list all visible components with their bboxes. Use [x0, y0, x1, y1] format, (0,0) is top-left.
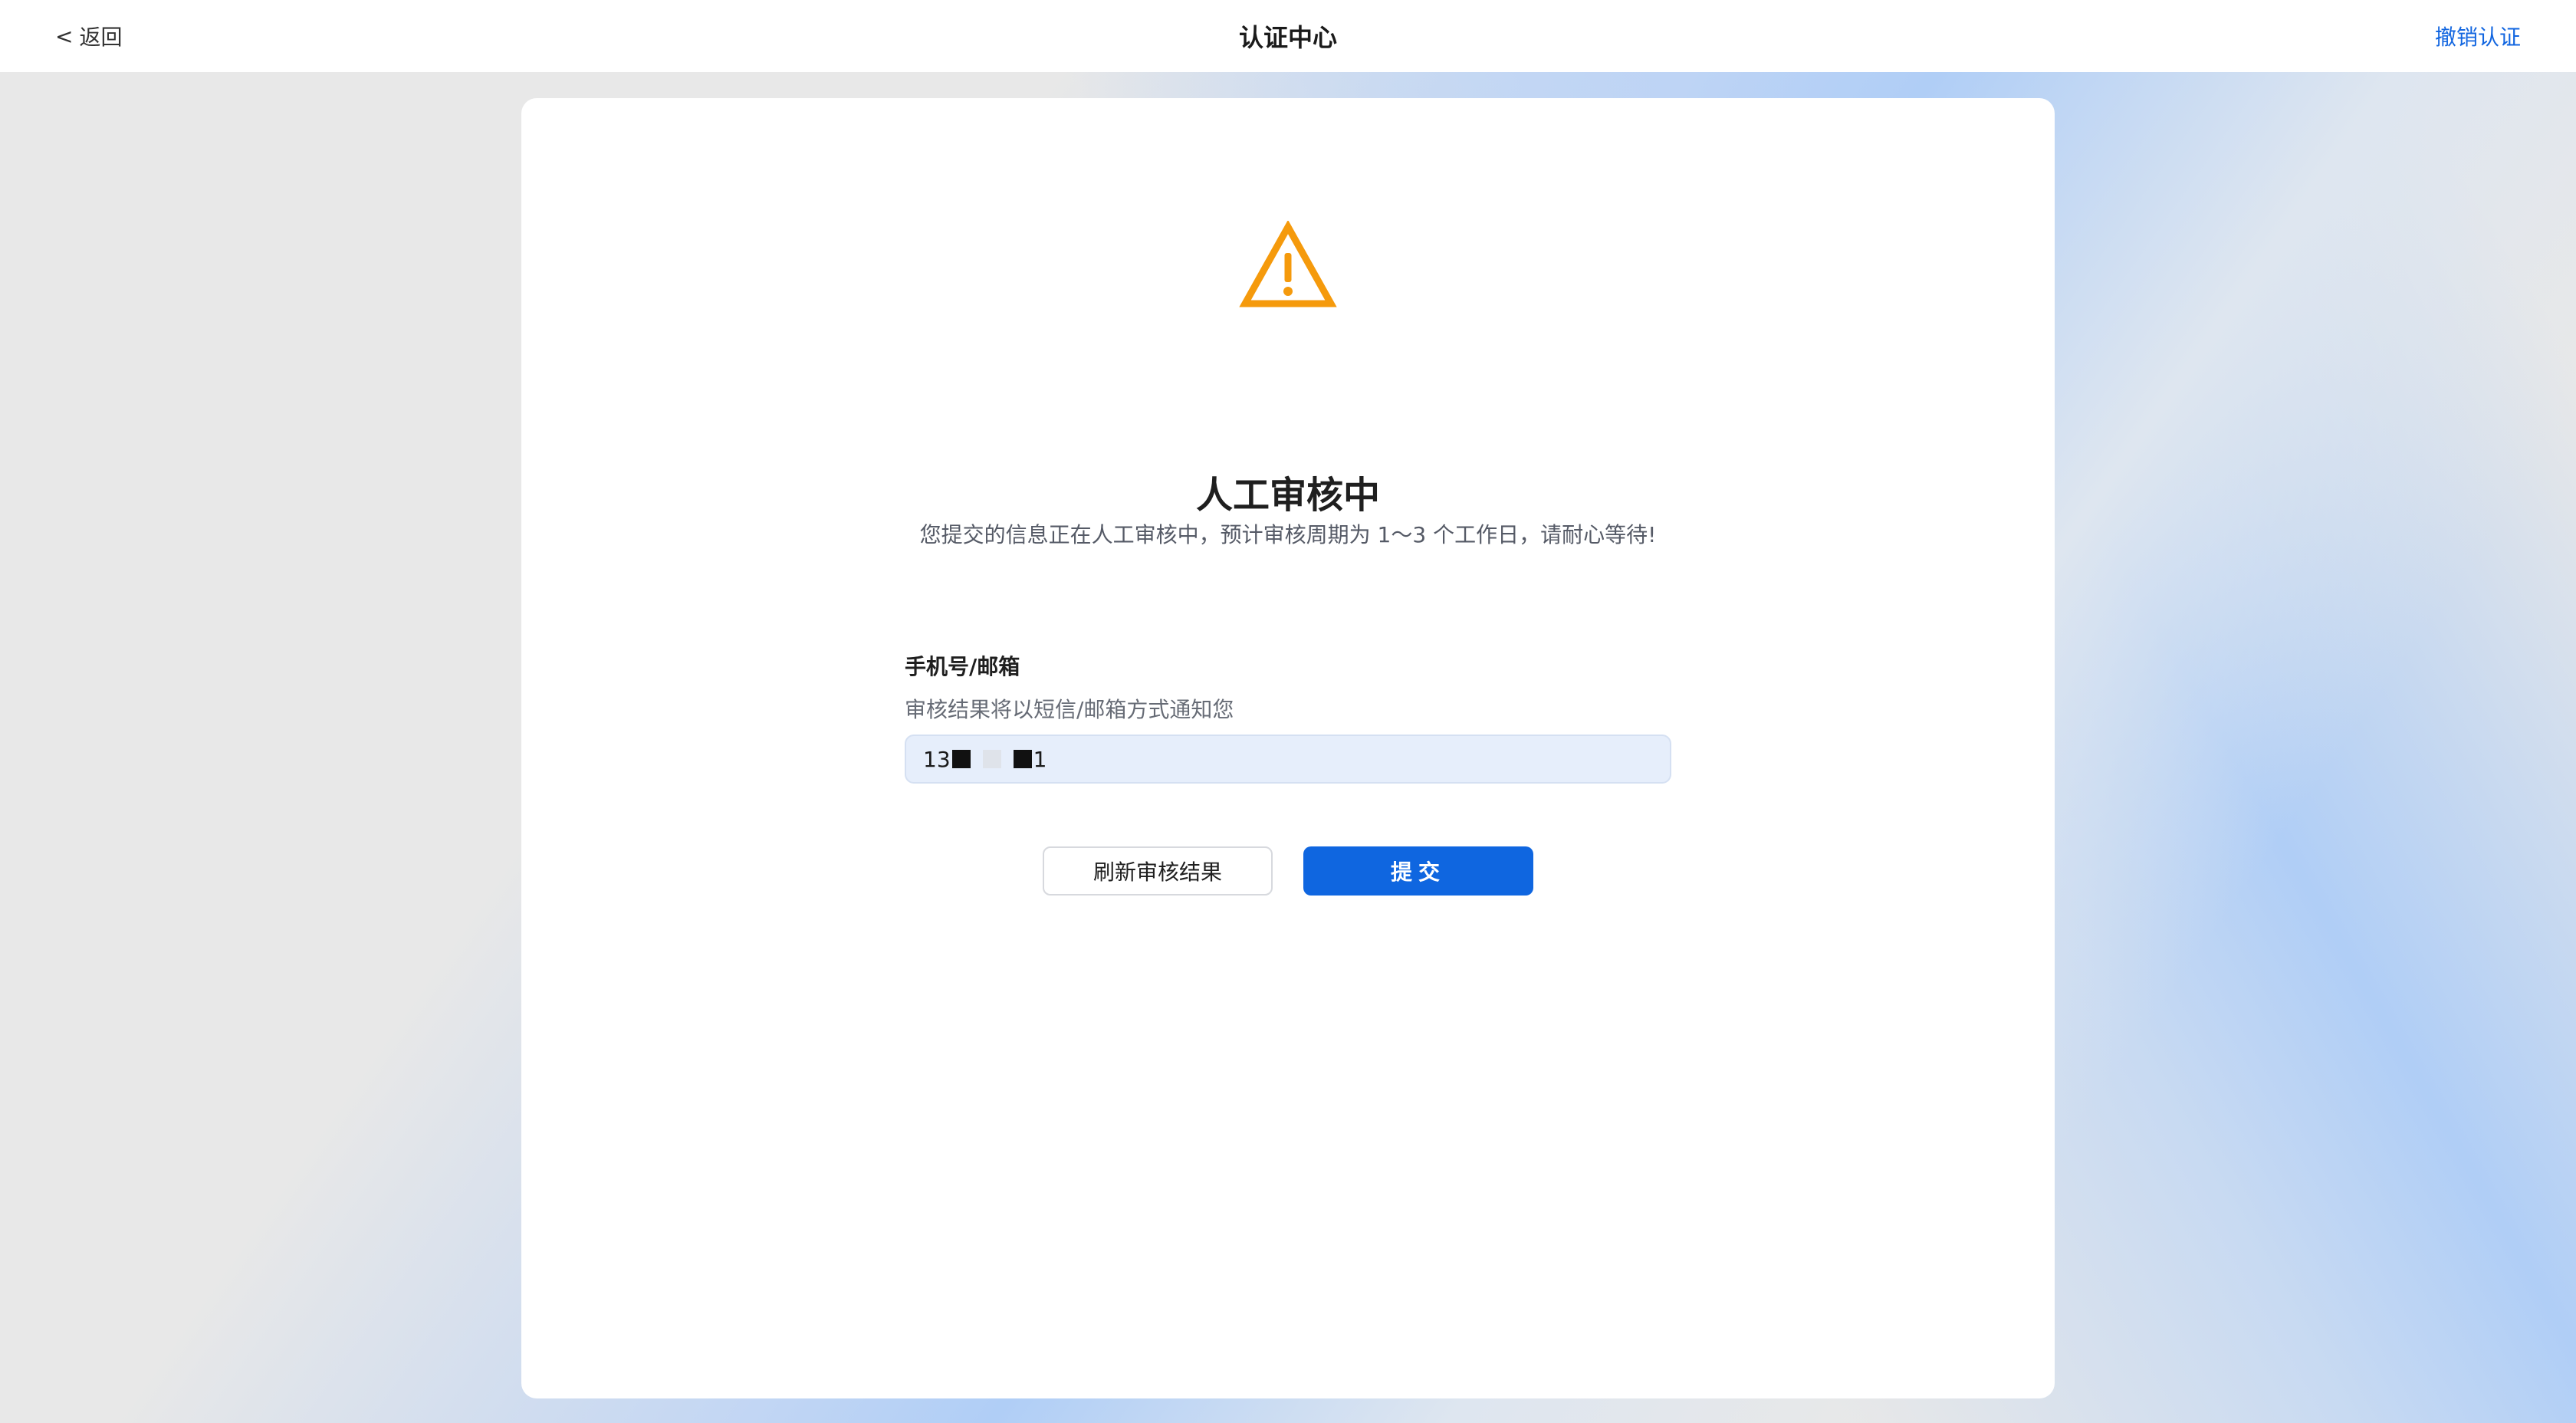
- page-title: 认证中心: [1238, 23, 1338, 52]
- contact-input[interactable]: 13 1: [905, 735, 1671, 784]
- refresh-result-button[interactable]: 刷新审核结果: [1043, 846, 1273, 896]
- redaction-block: [951, 750, 971, 768]
- review-status-card: 人工审核中 您提交的信息正在人工审核中，预计审核周期为 1～3 个工作日，请耐心…: [521, 98, 2055, 1398]
- contact-field-hint: 审核结果将以短信/邮箱方式通知您: [905, 697, 1234, 722]
- warning-triangle-icon: [1239, 221, 1337, 307]
- contact-value-suffix: 1: [1033, 746, 1047, 772]
- submit-button[interactable]: 提交: [1303, 846, 1533, 896]
- contact-field-label: 手机号/邮箱: [905, 654, 1020, 679]
- revoke-certification-link[interactable]: 撤销认证: [2435, 21, 2521, 51]
- status-title: 人工审核中: [1195, 474, 1380, 517]
- redaction-block: [1013, 750, 1032, 768]
- redaction-block: [982, 750, 1001, 768]
- top-navigation-bar: < 返回 认证中心 撤销认证: [0, 0, 2576, 72]
- status-description: 您提交的信息正在人工审核中，预计审核周期为 1～3 个工作日，请耐心等待!: [919, 522, 1657, 547]
- contact-value-prefix: 13: [923, 746, 951, 772]
- chevron-left-icon: <: [55, 23, 74, 49]
- back-label: 返回: [79, 25, 123, 50]
- back-button[interactable]: < 返回: [55, 21, 122, 51]
